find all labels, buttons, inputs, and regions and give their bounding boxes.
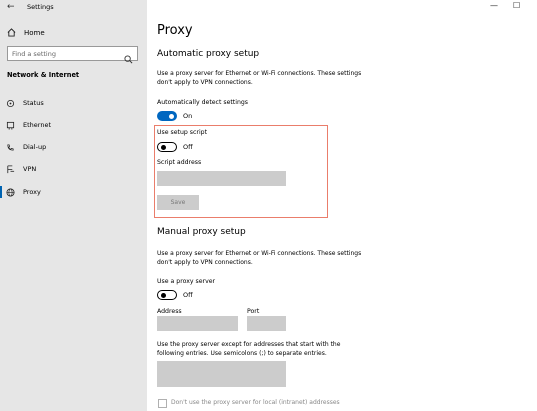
detect-settings-state: On: [183, 112, 193, 120]
sidebar: ← Settings Home Network & Internet Statu…: [0, 0, 147, 411]
detect-settings-label: Automatically detect settings: [157, 99, 249, 106]
sidebar-item-label: VPN: [23, 165, 37, 173]
address-input[interactable]: [157, 316, 238, 331]
search-icon[interactable]: [124, 49, 133, 68]
status-icon: [6, 99, 15, 108]
use-proxy-label: Use a proxy server: [157, 278, 216, 285]
exceptions-description: Use the proxy server except for addresse…: [157, 341, 341, 357]
sidebar-item-label: Status: [23, 99, 44, 107]
auto-proxy-heading: Automatic proxy setup: [157, 49, 260, 59]
sidebar-item-label: Ethernet: [23, 121, 51, 129]
section-heading: Network & Internet: [7, 71, 80, 79]
address-label: Address: [157, 308, 182, 315]
toggle-knob: [169, 113, 174, 119]
detect-settings-toggle[interactable]: [157, 111, 177, 121]
manual-proxy-description: Use a proxy server for Ethernet or Wi-Fi…: [157, 250, 362, 266]
home-link[interactable]: Home: [7, 27, 45, 39]
manual-proxy-heading: Manual proxy setup: [157, 227, 246, 237]
sidebar-item-dialup[interactable]: Dial-up: [0, 138, 147, 156]
exceptions-input[interactable]: [157, 361, 286, 387]
port-input[interactable]: [247, 316, 286, 331]
globe-icon: [6, 187, 15, 197]
local-addresses-label: Don't use the proxy server for local (in…: [171, 399, 340, 406]
port-label: Port: [247, 308, 260, 315]
search-box[interactable]: [7, 46, 138, 64]
sidebar-item-label: Proxy: [23, 188, 41, 196]
sidebar-item-ethernet[interactable]: Ethernet: [0, 116, 147, 134]
setup-script-toggle[interactable]: [157, 142, 177, 152]
toggle-knob: [160, 144, 166, 150]
app-title: Settings: [27, 3, 54, 11]
auto-proxy-description: Use a proxy server for Ethernet or Wi-Fi…: [157, 70, 362, 86]
vpn-icon: [6, 164, 15, 174]
use-proxy-toggle[interactable]: [157, 290, 177, 300]
ethernet-icon: [6, 121, 15, 130]
main-content: Proxy Automatic proxy setup Use a proxy …: [154, 0, 532, 411]
sidebar-item-vpn[interactable]: VPN: [0, 160, 147, 178]
home-icon: [7, 27, 16, 39]
script-address-label: Script address: [157, 159, 202, 166]
setup-script-label: Use setup script: [157, 129, 208, 136]
dialup-icon: [6, 143, 15, 152]
page-title: Proxy: [157, 23, 193, 38]
setup-script-state: Off: [183, 143, 193, 151]
sidebar-item-status[interactable]: Status: [0, 94, 147, 112]
sidebar-item-label: Dial-up: [23, 143, 47, 151]
back-arrow-icon[interactable]: ←: [7, 2, 15, 12]
script-address-input[interactable]: [157, 171, 286, 186]
search-input[interactable]: [12, 49, 122, 58]
use-proxy-state: Off: [183, 291, 193, 299]
local-addresses-checkbox[interactable]: [158, 399, 167, 408]
save-button[interactable]: Save: [157, 195, 199, 210]
toggle-knob: [160, 292, 166, 298]
home-label: Home: [24, 29, 45, 37]
sidebar-item-proxy[interactable]: Proxy: [0, 183, 147, 201]
